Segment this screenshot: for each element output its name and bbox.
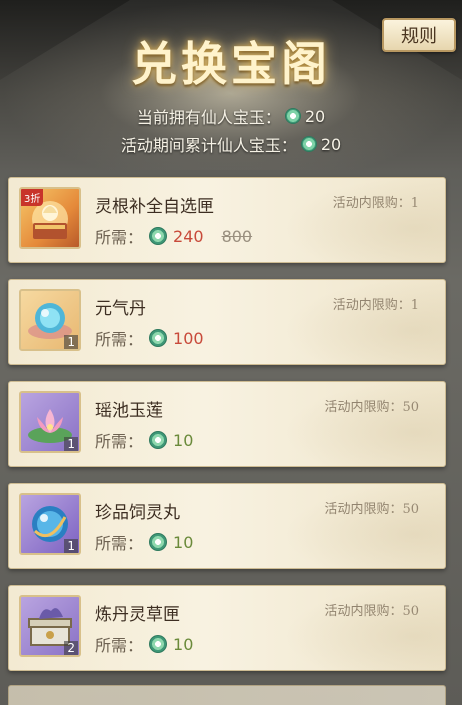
cost-row: 所需： 100 xyxy=(95,326,204,350)
spirit-orb-icon: 1 xyxy=(19,493,81,555)
cost-row: 所需： 10 xyxy=(95,428,193,452)
item-name: 瑶池玉莲 xyxy=(95,401,163,421)
item-price: 10 xyxy=(173,430,194,450)
jade-coin-icon xyxy=(284,108,301,124)
item-name: 灵根补全自选匣 xyxy=(95,197,214,217)
original-price: 800 xyxy=(221,226,253,246)
purchase-limit: 活动内限购：50 xyxy=(324,400,419,415)
item-count: 2 xyxy=(64,641,78,655)
jade-coin-icon xyxy=(149,227,168,245)
exchange-item[interactable]: 1 瑶池玉莲 活动内限购：50 所需： 10 xyxy=(8,381,446,467)
item-name: 元气丹 xyxy=(95,299,146,319)
jade-coin-icon xyxy=(300,136,317,152)
item-count: 1 xyxy=(64,335,78,349)
purchase-limit: 活动内限购：50 xyxy=(324,604,419,619)
owned-jade-value: 20 xyxy=(304,106,326,126)
cost-label: 所需： xyxy=(95,228,144,247)
owned-jade-label: 当前拥有仙人宝玉： xyxy=(136,108,281,127)
accumulated-jade-line: 活动期间累计仙人宝玉： 20 xyxy=(0,132,462,156)
jade-coin-icon xyxy=(149,431,168,449)
cost-row: 所需： 10 xyxy=(95,530,193,554)
item-price: 10 xyxy=(173,634,194,654)
accumulated-jade-label: 活动期间累计仙人宝玉： xyxy=(120,136,297,155)
exchange-item[interactable]: 3折 灵根补全自选匣 活动内限购：1 所需： 240 800 xyxy=(8,177,446,263)
owned-jade-line: 当前拥有仙人宝玉： 20 xyxy=(0,104,462,128)
rules-button[interactable]: 规则 xyxy=(382,18,456,52)
purchase-limit: 活动内限购：50 xyxy=(324,502,419,517)
jade-coin-icon xyxy=(149,329,168,347)
exchange-item[interactable]: 2 炼丹灵草匣 活动内限购：50 所需： 10 xyxy=(8,585,446,671)
item-count: 1 xyxy=(64,539,78,553)
item-price: 10 xyxy=(173,532,194,552)
pill-orb-icon: 1 xyxy=(19,289,81,351)
jade-coin-icon xyxy=(149,533,168,551)
exchange-item[interactable]: 1 珍品饲灵丸 活动内限购：50 所需： 10 xyxy=(8,483,446,569)
item-name: 珍品饲灵丸 xyxy=(95,503,180,523)
exchange-item-partial[interactable] xyxy=(8,685,446,705)
lotus-icon: 1 xyxy=(19,391,81,453)
item-price: 240 xyxy=(173,226,204,246)
discount-badge: 3折 xyxy=(21,189,44,206)
purchase-limit: 活动内限购：1 xyxy=(332,196,419,211)
cost-label: 所需： xyxy=(95,534,144,553)
cost-row: 所需： 240 800 xyxy=(95,224,252,248)
item-count: 1 xyxy=(64,437,78,451)
selection-box-icon: 3折 xyxy=(19,187,81,249)
item-price: 100 xyxy=(173,328,204,348)
jade-coin-icon xyxy=(149,635,168,653)
purchase-limit: 活动内限购：1 xyxy=(332,298,419,313)
herb-chest-icon: 2 xyxy=(19,595,81,657)
item-name: 炼丹灵草匣 xyxy=(95,605,180,625)
cost-label: 所需： xyxy=(95,636,144,655)
cost-label: 所需： xyxy=(95,330,144,349)
cost-label: 所需： xyxy=(95,432,144,451)
accumulated-jade-value: 20 xyxy=(320,134,342,154)
exchange-item[interactable]: 1 元气丹 活动内限购：1 所需： 100 xyxy=(8,279,446,365)
cost-row: 所需： 10 xyxy=(95,632,193,656)
